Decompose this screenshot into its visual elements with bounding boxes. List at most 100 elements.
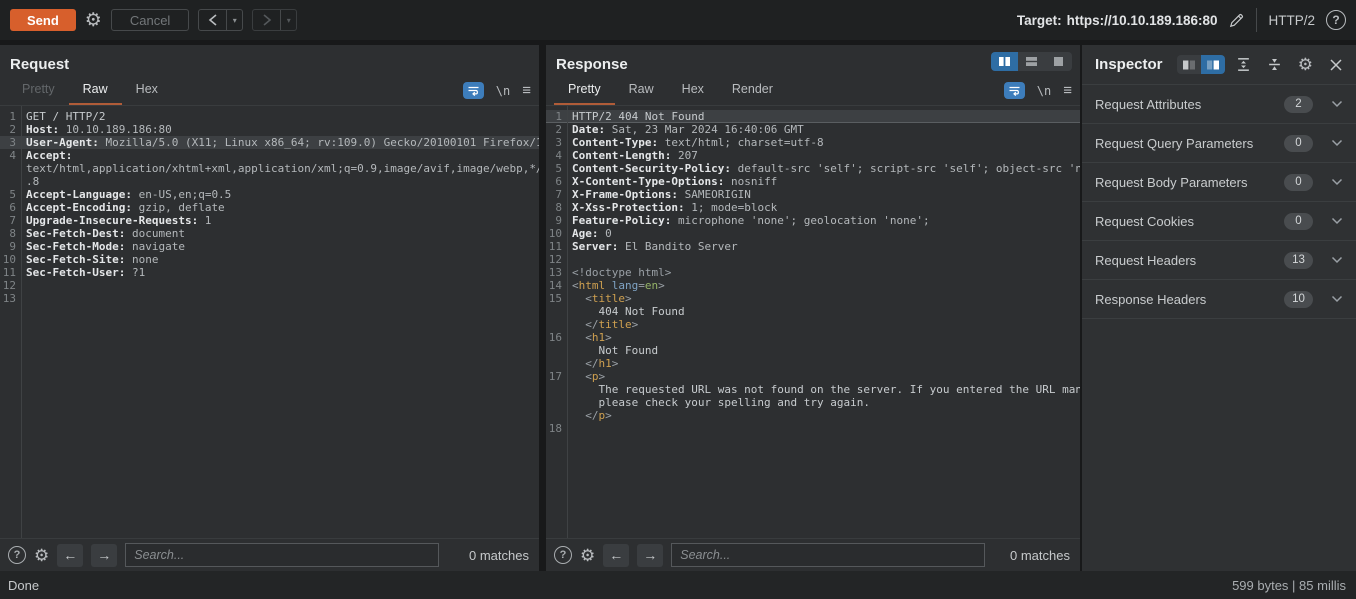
editor-line[interactable]: 6X-Content-Type-Options: nosniff [546, 175, 1080, 188]
editor-line[interactable]: 17 <p> [546, 370, 1080, 383]
editor-line[interactable]: 5Accept-Language: en-US,en;q=0.5 [0, 188, 539, 201]
history-forward-button[interactable] [253, 10, 280, 30]
chevron-down-icon[interactable] [1331, 100, 1343, 108]
dock-right-icon[interactable] [1201, 55, 1225, 74]
layout-rows-icon[interactable] [1018, 52, 1045, 71]
editor-line[interactable]: 8X-Xss-Protection: 1; mode=block [546, 201, 1080, 214]
request-editor[interactable]: 1GET / HTTP/22Host: 10.10.189.186:803Use… [0, 106, 539, 538]
editor-line[interactable]: 4Content-Length: 207 [546, 149, 1080, 162]
dock-left-icon[interactable] [1177, 55, 1201, 74]
editor-line[interactable]: 12 [546, 253, 1080, 266]
close-icon[interactable] [1329, 58, 1343, 72]
chevron-down-icon[interactable] [1331, 295, 1343, 303]
inspector-section-request-query-parameters[interactable]: Request Query Parameters0 [1082, 124, 1356, 163]
collapse-all-icon[interactable] [1267, 57, 1282, 72]
response-search-input[interactable] [671, 543, 985, 567]
caret-down-icon: ▾ [287, 16, 291, 25]
editor-line[interactable]: 1GET / HTTP/2 [0, 110, 539, 123]
word-wrap-icon[interactable] [1004, 82, 1025, 99]
response-editor[interactable]: 1HTTP/2 404 Not Found2Date: Sat, 23 Mar … [546, 106, 1080, 538]
request-search-input[interactable] [125, 543, 439, 567]
inspector-section-request-cookies[interactable]: Request Cookies0 [1082, 202, 1356, 241]
tab-request-hex[interactable]: Hex [122, 76, 172, 105]
editor-line[interactable]: 7X-Frame-Options: SAMEORIGIN [546, 188, 1080, 201]
send-settings-gear-icon[interactable]: ⚙ [85, 11, 102, 30]
editor-line[interactable]: text/html,application/xhtml+xml,applicat… [0, 162, 539, 175]
tab-response-render[interactable]: Render [718, 76, 787, 105]
search-next-button[interactable]: → [637, 544, 663, 567]
editor-line[interactable]: 11Sec-Fetch-User: ?1 [0, 266, 539, 279]
editor-line[interactable]: 10Age: 0 [546, 227, 1080, 240]
chevron-down-icon[interactable] [1331, 217, 1343, 225]
editor-line[interactable]: 6Accept-Encoding: gzip, deflate [0, 201, 539, 214]
editor-line[interactable]: 9Sec-Fetch-Mode: navigate [0, 240, 539, 253]
editor-line[interactable]: 10Sec-Fetch-Site: none [0, 253, 539, 266]
editor-line[interactable]: 13<!doctype html> [546, 266, 1080, 279]
chevron-down-icon[interactable] [1331, 139, 1343, 147]
editor-line[interactable]: 2Host: 10.10.189.186:80 [0, 123, 539, 136]
inspector-section-request-attributes[interactable]: Request Attributes2 [1082, 85, 1356, 124]
inspector-settings-gear-icon[interactable]: ⚙ [1298, 56, 1313, 73]
search-prev-button[interactable]: ← [57, 544, 83, 567]
editor-line[interactable]: 5Content-Security-Policy: default-src 's… [546, 162, 1080, 175]
section-label: Request Headers [1095, 253, 1284, 268]
search-prev-button[interactable]: ← [603, 544, 629, 567]
help-icon[interactable]: ? [1326, 10, 1346, 30]
chevron-down-icon[interactable] [1331, 256, 1343, 264]
tab-response-hex[interactable]: Hex [668, 76, 718, 105]
tab-request-raw[interactable]: Raw [69, 76, 122, 105]
editor-line[interactable]: Not Found [546, 344, 1080, 357]
editor-line[interactable]: 9Feature-Policy: microphone 'none'; geol… [546, 214, 1080, 227]
search-next-button[interactable]: → [91, 544, 117, 567]
expand-all-icon[interactable] [1236, 57, 1251, 72]
editor-line[interactable]: 3User-Agent: Mozilla/5.0 (X11; Linux x86… [0, 136, 539, 149]
editor-line[interactable]: </title> [546, 318, 1080, 331]
show-newlines-icon[interactable]: \n [496, 84, 510, 98]
section-label: Request Body Parameters [1095, 175, 1284, 190]
editor-line[interactable]: please check your spelling and try again… [546, 396, 1080, 409]
editor-line[interactable]: 8Sec-Fetch-Dest: document [0, 227, 539, 240]
tab-response-raw[interactable]: Raw [615, 76, 668, 105]
editor-line[interactable]: 7Upgrade-Insecure-Requests: 1 [0, 214, 539, 227]
editor-line[interactable]: 1HTTP/2 404 Not Found [546, 110, 1080, 123]
chevron-down-icon[interactable] [1331, 178, 1343, 186]
history-back-dropdown[interactable]: ▾ [226, 10, 242, 30]
word-wrap-icon[interactable] [463, 82, 484, 99]
editor-line[interactable]: </p> [546, 409, 1080, 422]
search-help-icon[interactable]: ? [554, 546, 572, 564]
tab-response-pretty[interactable]: Pretty [554, 76, 615, 105]
cancel-button[interactable]: Cancel [111, 9, 189, 31]
show-newlines-icon[interactable]: \n [1037, 84, 1051, 98]
editor-line[interactable]: 13 [0, 292, 539, 305]
editor-line[interactable]: 12 [0, 279, 539, 292]
edit-target-pencil-icon[interactable] [1228, 12, 1245, 29]
history-back-button[interactable] [199, 10, 226, 30]
search-settings-gear-icon[interactable]: ⚙ [34, 547, 49, 564]
editor-line[interactable]: The requested URL was not found on the s… [546, 383, 1080, 396]
toolbar: Send ⚙ Cancel ▾ ▾ Target:https://10.10.1… [0, 0, 1356, 40]
inspector-section-request-body-parameters[interactable]: Request Body Parameters0 [1082, 163, 1356, 202]
editor-line[interactable]: 404 Not Found [546, 305, 1080, 318]
layout-columns-icon[interactable] [991, 52, 1018, 71]
inspector-section-response-headers[interactable]: Response Headers10 [1082, 280, 1356, 319]
search-settings-gear-icon[interactable]: ⚙ [580, 547, 595, 564]
editor-line[interactable]: 11Server: El Bandito Server [546, 240, 1080, 253]
editor-line[interactable]: </h1> [546, 357, 1080, 370]
response-menu-icon[interactable]: ≡ [1063, 83, 1072, 98]
editor-line[interactable]: .8 [0, 175, 539, 188]
editor-line[interactable]: 16 <h1> [546, 331, 1080, 344]
editor-line[interactable]: 4Accept: [0, 149, 539, 162]
request-menu-icon[interactable]: ≡ [522, 83, 531, 98]
layout-single-icon[interactable] [1045, 52, 1072, 71]
send-button[interactable]: Send [10, 9, 76, 31]
editor-line[interactable]: 2Date: Sat, 23 Mar 2024 16:40:06 GMT [546, 123, 1080, 136]
editor-line[interactable]: 15 <title> [546, 292, 1080, 305]
history-forward-dropdown[interactable]: ▾ [280, 10, 296, 30]
editor-line[interactable]: 14<html lang=en> [546, 279, 1080, 292]
tab-request-pretty[interactable]: Pretty [8, 76, 69, 105]
editor-line[interactable]: 3Content-Type: text/html; charset=utf-8 [546, 136, 1080, 149]
search-help-icon[interactable]: ? [8, 546, 26, 564]
editor-line-text: <!doctype html> [567, 266, 671, 279]
editor-line[interactable]: 18 [546, 422, 1080, 435]
inspector-section-request-headers[interactable]: Request Headers13 [1082, 241, 1356, 280]
